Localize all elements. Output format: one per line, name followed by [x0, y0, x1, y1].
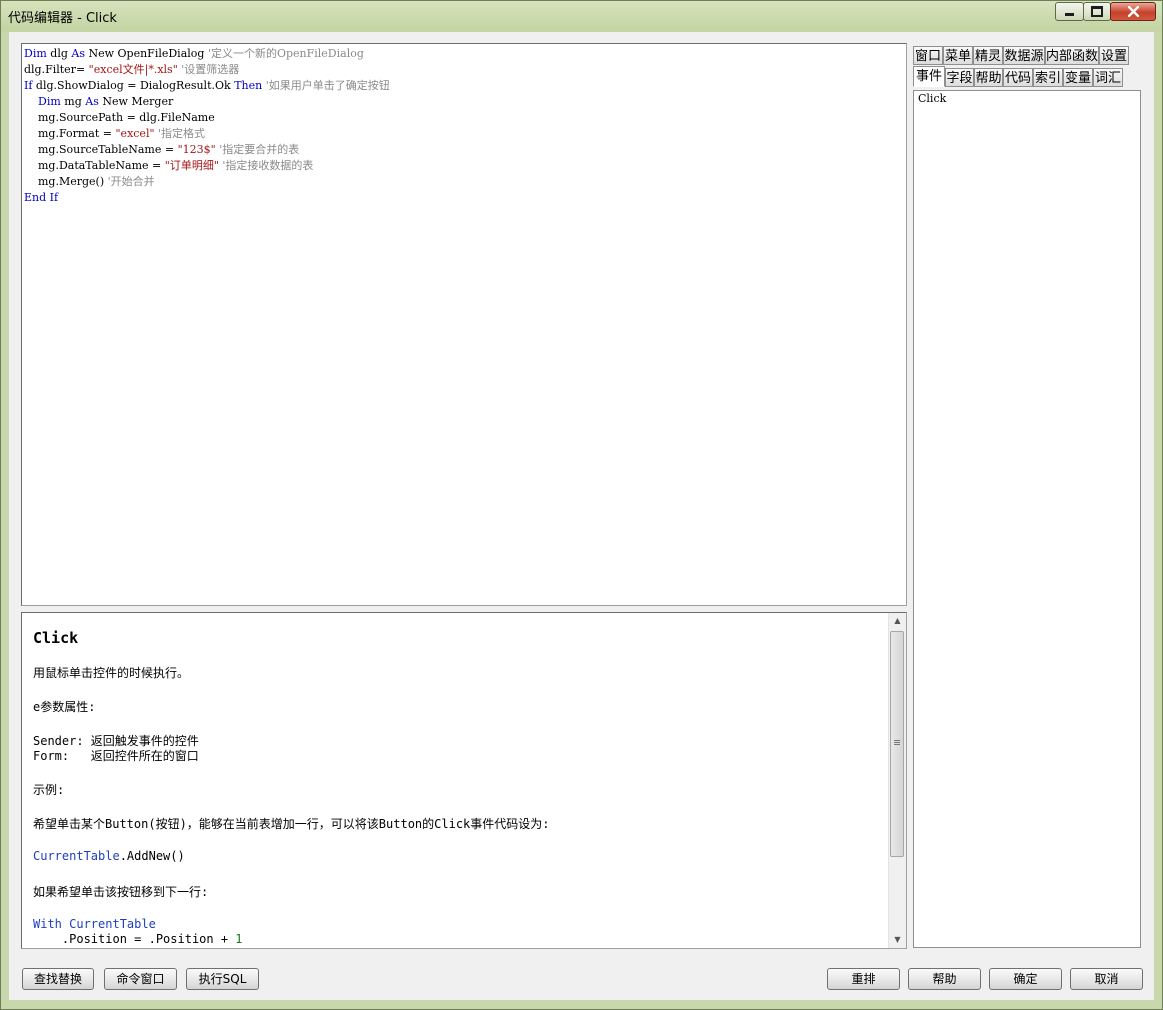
scroll-up-arrow-icon[interactable]: ▲ — [892, 615, 903, 626]
code-line: End If — [24, 190, 58, 206]
help-example2-description: 如果希望单击该按钮移到下一行: — [33, 885, 209, 899]
title-bar[interactable]: 代码编辑器 - Click — [1, 1, 1162, 31]
ok-button[interactable]: 确定 — [989, 968, 1062, 990]
code-line: dlg.Filter= "excel文件|*.xls" '设置筛选器 — [24, 62, 239, 78]
code-line: mg.SourcePath = dlg.FileName — [24, 110, 215, 126]
help-description: 用鼠标单击控件的时候执行。 — [33, 666, 190, 680]
tab-builtin-functions[interactable]: 内部函数 — [1045, 46, 1099, 65]
tab-window[interactable]: 窗口 — [913, 46, 943, 65]
code-keyword: Dim — [24, 47, 47, 60]
command-window-button[interactable]: 命令窗口 — [104, 968, 177, 990]
help-code-keyword: With — [33, 917, 62, 931]
code-keyword: End — [24, 191, 47, 204]
code-line: mg.Merge() '开始合并 — [24, 174, 155, 190]
code-keyword: Dim — [38, 95, 61, 108]
tab-events[interactable]: 事件 — [913, 66, 945, 87]
tab-datasource[interactable]: 数据源 — [1003, 46, 1045, 65]
code-comment: '设置筛选器 — [181, 63, 240, 76]
code-text: mg.Format = — [24, 127, 116, 140]
scroll-down-arrow-icon[interactable]: ▼ — [892, 934, 903, 945]
grip-line — [894, 740, 900, 741]
grip-line — [894, 742, 900, 743]
code-line: mg.Format = "excel" '指定格式 — [24, 126, 205, 142]
code-comment: '指定格式 — [158, 127, 206, 140]
help-button[interactable]: 帮助 — [908, 968, 981, 990]
code-text: mg.Merge() — [24, 175, 108, 188]
code-text: mg — [60, 95, 86, 108]
code-text: mg.SourcePath = dlg.FileName — [24, 111, 215, 124]
tab-settings[interactable]: 设置 — [1099, 46, 1129, 65]
tab-variables[interactable]: 变量 — [1063, 68, 1093, 87]
cancel-button[interactable]: 取消 — [1070, 968, 1143, 990]
maximize-icon — [1091, 6, 1103, 17]
tab-wizard[interactable]: 精灵 — [973, 46, 1003, 65]
code-text: dlg.ShowDialog = DialogResult.Ok — [32, 79, 235, 92]
code-keyword: Then — [234, 79, 263, 92]
code-comment: '开始合并 — [107, 175, 155, 188]
code-comment: '指定要合并的表 — [219, 143, 300, 156]
help-title: Click — [33, 629, 79, 647]
code-editor-window: 代码编辑器 - Click Dim dlg As New OpenFileDia… — [0, 0, 1163, 1010]
code-comment: '定义一个新的OpenFileDialog — [207, 47, 364, 60]
window-title: 代码编辑器 - Click — [8, 11, 117, 26]
close-icon — [1127, 6, 1139, 17]
minimize-button[interactable] — [1055, 2, 1084, 21]
code-text: New OpenFileDialog — [84, 47, 208, 60]
code-string: "excel" — [115, 127, 155, 140]
help-params-heading: e参数属性: — [33, 700, 96, 714]
code-line: Dim mg As New Merger — [24, 94, 173, 110]
help-example-heading: 示例: — [33, 783, 65, 797]
help-code-line: With CurrentTable — [33, 917, 156, 931]
code-line: mg.DataTableName = "订单明细" '指定接收数据的表 — [24, 158, 313, 174]
help-panel[interactable]: Click 用鼠标单击控件的时候执行。 e参数属性: Sender: 返回触发事… — [21, 612, 907, 949]
help-code-object: CurrentTable — [33, 849, 120, 863]
help-code-text: .Position = .Position + — [33, 932, 236, 946]
code-text: mg.DataTableName = — [24, 159, 165, 172]
help-param-form: Form: 返回控件所在的窗口 — [33, 749, 199, 763]
help-code-line: CurrentTable.AddNew() — [33, 849, 185, 863]
code-text: dlg — [46, 47, 72, 60]
code-comment: '指定接收数据的表 — [222, 159, 314, 172]
code-string: "excel文件|*.xls" — [88, 63, 178, 76]
code-string: "订单明细" — [164, 159, 219, 172]
code-text: dlg.Filter= — [24, 63, 89, 76]
tab-vocabulary[interactable]: 词汇 — [1093, 68, 1123, 87]
tab-menu[interactable]: 菜单 — [943, 46, 973, 65]
help-example-description: 希望单击某个Button(按钮)，能够在当前表增加一行，可以将该Button的C… — [33, 817, 550, 831]
maximize-button[interactable] — [1083, 2, 1111, 21]
code-comment: '如果用户单击了确定按钮 — [265, 79, 390, 92]
tab-help[interactable]: 帮助 — [974, 68, 1003, 87]
code-line: Dim dlg As New OpenFileDialog '定义一个新的Ope… — [24, 46, 364, 62]
event-item-click[interactable]: Click — [918, 92, 946, 105]
code-keyword: If — [49, 191, 59, 204]
help-code-object: CurrentTable — [61, 917, 156, 931]
code-string: "123$" — [177, 143, 216, 156]
client-area: Dim dlg As New OpenFileDialog '定义一个新的Ope… — [9, 32, 1154, 1000]
grip-line — [894, 744, 900, 745]
code-text: New Merger — [98, 95, 174, 108]
rearrange-button[interactable]: 重排 — [827, 968, 900, 990]
tab-index[interactable]: 索引 — [1033, 68, 1063, 87]
help-code-number: 1 — [235, 932, 243, 946]
minimize-icon — [1065, 13, 1074, 16]
event-list[interactable]: Click — [913, 90, 1141, 948]
code-line: mg.SourceTableName = "123$" '指定要合并的表 — [24, 142, 299, 158]
close-button[interactable] — [1110, 2, 1156, 21]
code-keyword: As — [71, 47, 85, 60]
code-text: mg.SourceTableName = — [24, 143, 178, 156]
code-keyword: As — [85, 95, 99, 108]
tab-code[interactable]: 代码 — [1003, 68, 1033, 87]
code-editor[interactable]: Dim dlg As New OpenFileDialog '定义一个新的Ope… — [21, 43, 907, 606]
help-code-line: .Position = .Position + 1 — [33, 932, 243, 946]
code-line: If dlg.ShowDialog = DialogResult.Ok Then… — [24, 78, 390, 94]
tab-fields[interactable]: 字段 — [945, 68, 974, 87]
scroll-thumb[interactable] — [890, 631, 904, 857]
help-code-method: .AddNew() — [119, 849, 185, 863]
exec-sql-button[interactable]: 执行SQL — [186, 968, 259, 990]
find-replace-button[interactable]: 查找替换 — [22, 968, 94, 990]
help-scrollbar[interactable]: ▲ ▼ — [888, 613, 906, 948]
